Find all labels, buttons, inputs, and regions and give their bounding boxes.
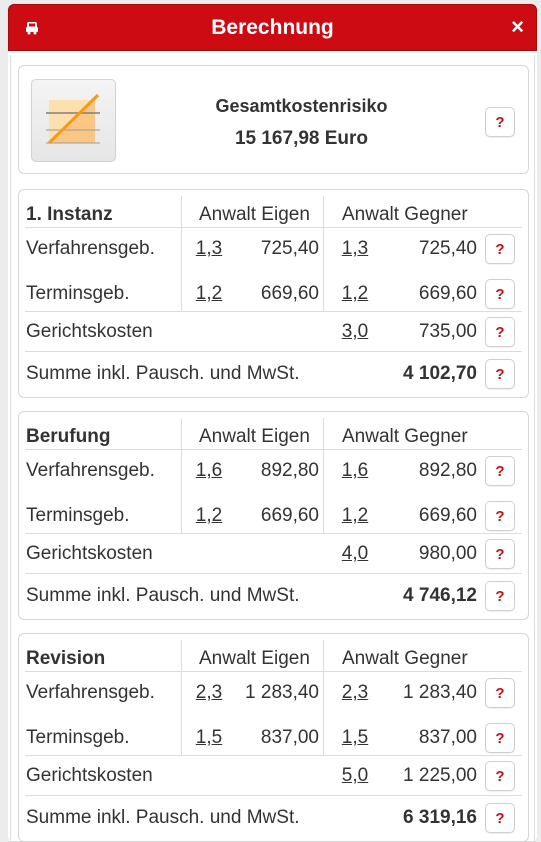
opponent-amount: 669,60 — [418, 505, 477, 526]
court-costs-label: Gerichtskosten — [26, 765, 153, 786]
divider — [25, 671, 522, 672]
sum-label: Summe inkl. Pausch. und MwSt. — [26, 807, 300, 828]
column-header-opponent: Anwalt Gegner — [342, 426, 468, 447]
section-title: 1. Instanz — [26, 204, 113, 225]
court-costs-label: Gerichtskosten — [26, 321, 153, 342]
divider — [25, 351, 522, 352]
section-2: Revision Anwalt Eigen Anwalt Gegner Verfahr… — [18, 633, 529, 842]
opponent-factor-link[interactable]: 1,5 — [337, 727, 373, 749]
help-button[interactable]: ? — [485, 234, 515, 264]
section-title: Berufung — [26, 426, 111, 447]
divider — [323, 418, 324, 533]
opponent-factor-link[interactable]: 1,2 — [337, 505, 373, 527]
court-factor-link[interactable]: 5,0 — [337, 765, 373, 787]
divider — [25, 449, 522, 450]
total-cost-title: Gesamtkostenrisiko — [215, 96, 388, 116]
help-button[interactable]: ? — [485, 107, 515, 137]
divider — [25, 227, 522, 228]
court-factor-link[interactable]: 4,0 — [337, 543, 373, 565]
own-factor-link[interactable]: 1,2 — [191, 505, 227, 527]
close-icon[interactable]: × — [511, 15, 524, 39]
help-button[interactable]: ? — [485, 317, 515, 347]
divider — [181, 418, 182, 533]
court-costs-amount: 980,00 — [418, 543, 477, 564]
fee-label: Terminsgeb. — [26, 727, 130, 748]
car-icon — [26, 22, 38, 35]
help-button[interactable]: ? — [485, 539, 515, 569]
own-amount: 725,40 — [260, 238, 319, 259]
dialog-title: Berechnung — [211, 15, 334, 39]
own-amount: 669,60 — [260, 283, 319, 304]
opponent-factor-link[interactable]: 1,2 — [337, 283, 373, 305]
own-amount: 669,60 — [260, 505, 319, 526]
sum-label: Summe inkl. Pausch. und MwSt. — [26, 585, 300, 606]
total-cost-panel: Gesamtkostenrisiko 15 167,98 Euro ? — [18, 65, 529, 174]
column-header-opponent: Anwalt Gegner — [342, 648, 468, 669]
sum-label: Summe inkl. Pausch. und MwSt. — [26, 363, 300, 384]
section-0: 1. Instanz Anwalt Eigen Anwalt Gegner Verfa… — [18, 189, 529, 398]
fee-label: Terminsgeb. — [26, 505, 130, 526]
help-button[interactable]: ? — [485, 581, 515, 611]
opponent-amount: 837,00 — [418, 727, 477, 748]
own-factor-link[interactable]: 1,6 — [191, 460, 227, 482]
own-amount: 837,00 — [260, 727, 319, 748]
column-header-opponent: Anwalt Gegner — [342, 204, 468, 225]
sum-amount: 6 319,16 — [403, 807, 477, 828]
chart-icon — [31, 79, 116, 162]
fee-label: Terminsgeb. — [26, 283, 130, 304]
help-button[interactable]: ? — [485, 501, 515, 531]
own-factor-link[interactable]: 1,3 — [191, 238, 227, 260]
court-costs-label: Gerichtskosten — [26, 543, 153, 564]
opponent-amount: 1 283,40 — [403, 682, 477, 703]
help-button[interactable]: ? — [485, 456, 515, 486]
court-costs-amount: 1 225,00 — [403, 765, 477, 786]
title-bar: Berechnung × — [8, 4, 537, 51]
court-costs-amount: 735,00 — [418, 321, 477, 342]
own-factor-link[interactable]: 1,5 — [191, 727, 227, 749]
help-button[interactable]: ? — [485, 359, 515, 389]
help-button[interactable]: ? — [485, 803, 515, 833]
divider — [25, 573, 522, 574]
divider — [25, 795, 522, 796]
opponent-factor-link[interactable]: 1,6 — [337, 460, 373, 482]
divider — [25, 311, 522, 312]
fee-label: Verfahrensgeb. — [26, 238, 155, 259]
calculation-dialog: Berechnung × Gesamtkostenrisiko 15 167,9… — [8, 4, 537, 842]
sum-amount: 4 102,70 — [403, 363, 477, 384]
divider — [25, 755, 522, 756]
help-button[interactable]: ? — [485, 279, 515, 309]
divider — [323, 196, 324, 311]
own-amount: 892,80 — [260, 460, 319, 481]
opponent-factor-link[interactable]: 2,3 — [337, 682, 373, 704]
opponent-amount: 669,60 — [418, 283, 477, 304]
opponent-factor-link[interactable]: 1,3 — [337, 238, 373, 260]
help-button[interactable]: ? — [485, 761, 515, 791]
fee-label: Verfahrensgeb. — [26, 682, 155, 703]
help-button[interactable]: ? — [485, 678, 515, 708]
column-header-own: Anwalt Eigen — [199, 426, 310, 447]
dialog-content: Gesamtkostenrisiko 15 167,98 Euro ? 1. I… — [10, 55, 535, 842]
opponent-amount: 892,80 — [418, 460, 477, 481]
section-title: Revision — [26, 648, 106, 669]
help-button[interactable]: ? — [485, 723, 515, 753]
divider — [181, 640, 182, 755]
section-1: Berufung Anwalt Eigen Anwalt Gegner Verfahr… — [18, 411, 529, 620]
divider — [181, 196, 182, 311]
total-cost-value: 15 167,98 Euro — [234, 128, 369, 149]
column-header-own: Anwalt Eigen — [199, 204, 310, 225]
fee-label: Verfahrensgeb. — [26, 460, 155, 481]
court-factor-link[interactable]: 3,0 — [337, 321, 373, 343]
own-amount: 1 283,40 — [245, 682, 319, 703]
divider — [25, 533, 522, 534]
own-factor-link[interactable]: 2,3 — [191, 682, 227, 704]
sum-amount: 4 746,12 — [403, 585, 477, 606]
own-factor-link[interactable]: 1,2 — [191, 283, 227, 305]
opponent-amount: 725,40 — [418, 238, 477, 259]
column-header-own: Anwalt Eigen — [199, 648, 310, 669]
divider — [323, 640, 324, 755]
